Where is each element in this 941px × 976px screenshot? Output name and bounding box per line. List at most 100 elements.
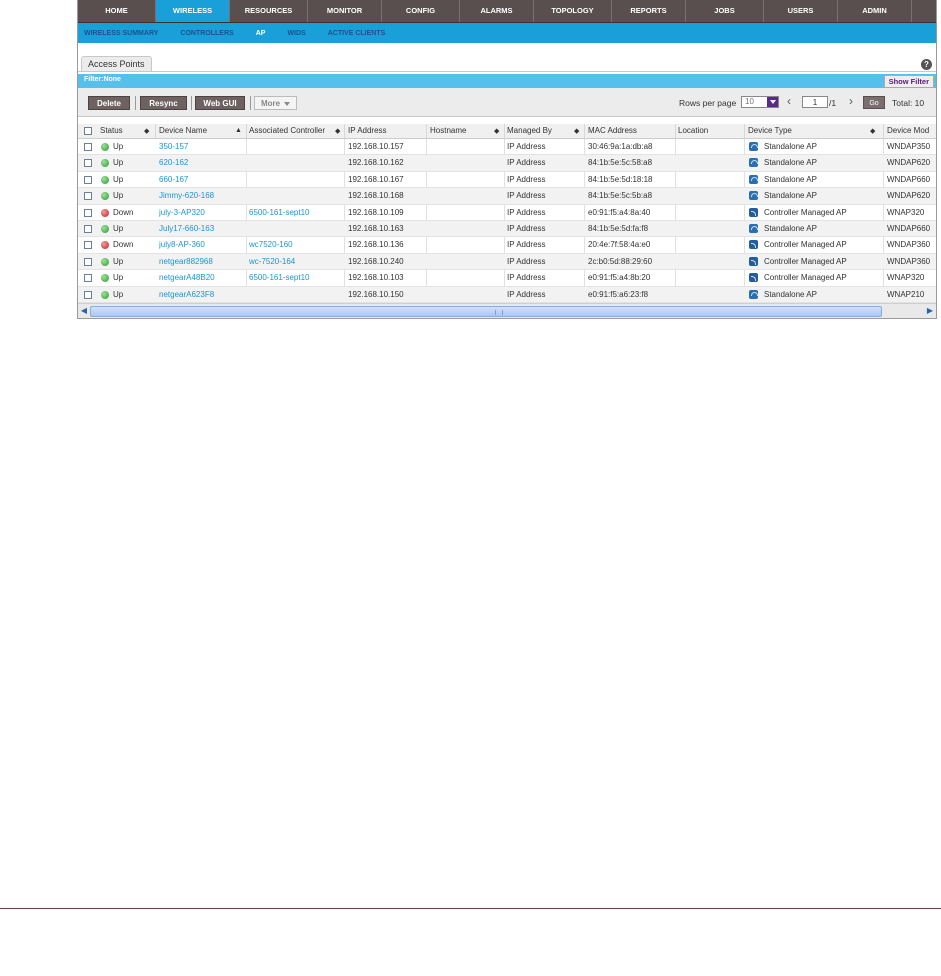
subnav-active-clients[interactable]: ACTIVE CLIENTS — [328, 30, 386, 37]
cell-name[interactable]: Jimmy-620-168 — [159, 191, 214, 200]
cell-name[interactable]: netgearA48B20 — [159, 273, 215, 282]
more-dropdown[interactable]: More — [254, 96, 297, 110]
row-checkbox[interactable] — [84, 192, 92, 201]
cell-name[interactable]: netgearA623F8 — [159, 290, 214, 299]
status-up-icon — [101, 192, 109, 201]
subnav-wids[interactable]: WIDS — [287, 30, 305, 37]
help-icon[interactable]: ? — [921, 59, 932, 70]
cell-controller[interactable]: 6500-161-sept10 — [249, 208, 310, 217]
next-page-icon[interactable]: › — [849, 94, 853, 108]
table-row[interactable]: Up July17-660-163 192.168.10.163 IP Address… — [78, 220, 936, 238]
select-all-checkbox[interactable] — [84, 127, 92, 135]
cell-name[interactable]: 350-157 — [159, 142, 188, 151]
column-associated-controller[interactable]: Associated Controller — [249, 126, 325, 135]
column-managed-by[interactable]: Managed By — [507, 126, 552, 135]
nav-resources[interactable]: RESOURCES — [230, 0, 308, 22]
subnav-wireless-summary[interactable]: WIRELESS SUMMARY — [84, 30, 158, 37]
nav-home[interactable]: HOME — [78, 0, 156, 22]
cell-name[interactable]: 620-162 — [159, 158, 188, 167]
nav-jobs[interactable]: JOBS — [686, 0, 764, 22]
table-row[interactable]: Down july-3-AP320 6500-161-sept10 192.168.1… — [78, 205, 936, 221]
cell-controller[interactable]: wc-7520-164 — [249, 257, 295, 266]
nav-topology[interactable]: TOPOLOGY — [534, 0, 612, 22]
scrollbar-thumb[interactable] — [90, 306, 882, 317]
table-row[interactable]: Up netgear882968 wc-7520-164 192.168.10.240… — [78, 253, 936, 271]
cell-name[interactable]: july-3-AP320 — [159, 208, 205, 217]
show-filter-button[interactable]: Show Filter — [883, 75, 934, 88]
table-row[interactable]: Up netgearA48B20 6500-161-sept10 192.168.10… — [78, 270, 936, 287]
status-text: Up — [113, 174, 124, 184]
cell-managed: IP Address — [507, 142, 546, 151]
nav-reports[interactable]: REPORTS — [612, 0, 686, 22]
web-gui-button[interactable]: Web GUI — [195, 96, 245, 110]
nav-alarms[interactable]: ALARMS — [460, 0, 534, 22]
sort-icon[interactable]: ◆ — [494, 127, 499, 135]
row-checkbox[interactable] — [84, 257, 92, 266]
row-checkbox[interactable] — [84, 224, 92, 233]
go-button[interactable]: Go — [863, 96, 885, 109]
cell-name[interactable]: July17-660-163 — [159, 224, 214, 233]
sort-icon[interactable]: ◆ — [574, 127, 579, 135]
sort-asc-icon[interactable]: ▲ — [235, 127, 242, 134]
row-checkbox[interactable] — [84, 175, 92, 184]
standalone-ap-icon — [749, 223, 758, 233]
table-row[interactable]: Up 350-157 192.168.10.157 IP Address 30:46:9… — [78, 139, 936, 156]
cell-type: Controller Managed AP — [764, 207, 847, 217]
subnav-ap[interactable]: AP — [256, 30, 266, 37]
row-checkbox[interactable] — [84, 143, 92, 151]
cell-model: WNDAP620 — [887, 191, 931, 201]
cell-name[interactable]: july8-AP-360 — [159, 240, 205, 249]
nav-wireless[interactable]: WIRELESS — [156, 0, 230, 22]
table-row[interactable]: Up netgearA623F8 192.168.10.150 IP Address e… — [78, 286, 936, 303]
row-checkbox[interactable] — [84, 274, 92, 283]
cell-controller[interactable]: wc7520-160 — [249, 240, 293, 249]
status-up-icon — [101, 143, 109, 151]
row-checkbox[interactable] — [84, 159, 92, 168]
horizontal-scrollbar[interactable]: ◀ ▶ — [78, 303, 936, 318]
cell-mac: 20:4e:7f:58:4a:e0 — [588, 240, 651, 250]
column-ip-address[interactable]: IP Address — [348, 126, 387, 135]
column-device-model[interactable]: Device Mod — [887, 126, 929, 135]
tab-access-points[interactable]: Access Points — [81, 56, 152, 71]
sort-icon[interactable]: ◆ — [870, 127, 875, 135]
row-checkbox[interactable] — [84, 208, 92, 217]
nav-config[interactable]: CONFIG — [382, 0, 460, 22]
page-number-input[interactable]: 1 — [802, 96, 828, 108]
rows-per-page-select[interactable]: 10 — [741, 96, 779, 108]
column-status[interactable]: Status — [100, 126, 123, 135]
column-location[interactable]: Location — [678, 126, 708, 135]
delete-button[interactable]: Delete — [88, 96, 130, 110]
sort-icon[interactable]: ◆ — [335, 127, 340, 135]
cell-name[interactable]: 660-167 — [159, 175, 188, 184]
column-device-type[interactable]: Device Type — [748, 126, 792, 135]
status-down-icon — [101, 241, 109, 250]
column-device-name[interactable]: Device Name — [159, 126, 207, 135]
nav-admin[interactable]: ADMIN — [838, 0, 912, 22]
sort-icon[interactable]: ◆ — [144, 127, 149, 135]
table-row[interactable]: Up Jimmy-620-168 192.168.10.168 IP Address 8… — [78, 188, 936, 205]
cell-name[interactable]: netgear882968 — [159, 257, 213, 266]
cell-controller[interactable]: 6500-161-sept10 — [249, 273, 310, 282]
nav-monitor[interactable]: MONITOR — [308, 0, 382, 22]
table-row[interactable]: Up 620-162 192.168.10.162 IP Address 84:1b:5… — [78, 155, 936, 172]
scroll-left-icon[interactable]: ◀ — [79, 306, 89, 316]
cell-ip: 192.168.10.168 — [348, 191, 404, 201]
nav-users[interactable]: USERS — [764, 0, 838, 22]
scroll-right-icon[interactable]: ▶ — [925, 306, 935, 316]
row-checkbox[interactable] — [84, 241, 92, 250]
toolbar: Delete Resync Web GUI More Rows per page… — [78, 88, 936, 117]
column-divider — [883, 124, 884, 138]
resync-button[interactable]: Resync — [140, 96, 187, 110]
column-mac-address[interactable]: MAC Address — [588, 126, 637, 135]
cell-mac: 84:1b:5e:5d:18:18 — [588, 174, 653, 184]
row-checkbox[interactable] — [84, 290, 92, 299]
prev-page-icon[interactable]: ‹ — [787, 94, 791, 108]
table-row[interactable]: Down july8-AP-360 wc7520-160 192.168.10.136… — [78, 237, 936, 254]
chevron-down-icon[interactable] — [767, 97, 778, 107]
column-hostname[interactable]: Hostname — [430, 126, 466, 135]
table-row[interactable]: Up 660-167 192.168.10.167 IP Address 84:1b:5… — [78, 172, 936, 189]
access-points-window: HOME WIRELESS RESOURCES MONITOR CONFIG ALARMS… — [77, 0, 937, 319]
more-label: More — [260, 99, 281, 108]
subnav-controllers[interactable]: CONTROLLERS — [180, 30, 233, 37]
cell-mac: 30:46:9a:1a:db:a8 — [588, 142, 653, 151]
